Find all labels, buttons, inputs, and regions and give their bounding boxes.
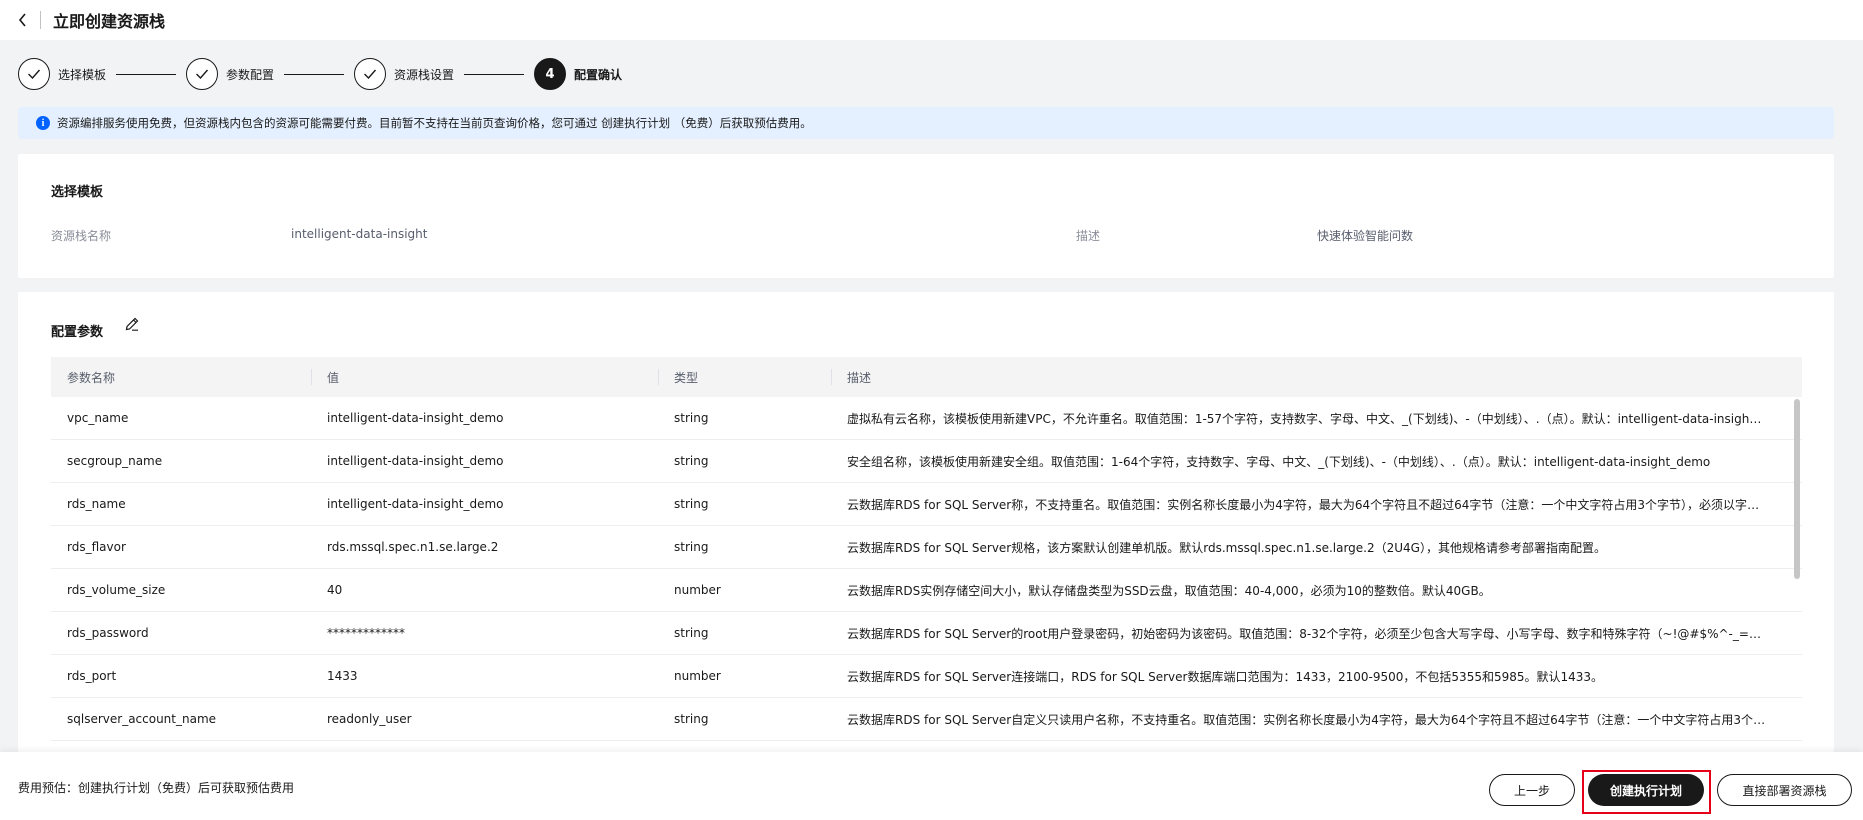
step-confirm: 4 配置确认	[534, 58, 622, 90]
table-body: vpc_name intelligent-data-insight_demo s…	[51, 397, 1802, 741]
param-description: 虚拟私有云名称，该模板使用新建VPC，不允许重名。取值范围：1-57个字符，支持…	[847, 411, 1780, 426]
param-description: 云数据库RDS for SQL Server称，不支持重名。取值范围：实例名称长…	[847, 497, 1771, 512]
column-header: 参数名称	[67, 370, 116, 385]
step-select-template: 选择模板	[18, 58, 106, 90]
param-value: *************	[327, 626, 405, 640]
column-header: 值	[311, 357, 658, 397]
info-banner: i 资源编排服务使用免费，但资源栈内包含的资源可能需要付费。目前暂不支持在当前页…	[18, 107, 1834, 139]
highlight-box	[1582, 770, 1711, 814]
table-row: rds_name intelligent-data-insight_demo s…	[51, 483, 1802, 526]
check-icon	[28, 69, 41, 80]
step-done-circle	[186, 58, 219, 90]
page-title: 立即创建资源栈	[53, 12, 166, 31]
param-name: secgroup_name	[67, 454, 163, 468]
table-row: rds_port 1433 number 云数据库RDS for SQL Ser…	[51, 655, 1802, 698]
step-stack-settings: 资源栈设置	[354, 58, 454, 90]
param-type: string	[674, 540, 709, 554]
table-scrollbar-thumb[interactable]	[1794, 399, 1800, 579]
param-value: intelligent-data-insight_demo	[327, 454, 504, 468]
param-type: string	[674, 411, 709, 425]
edit-icon[interactable]	[124, 316, 140, 335]
table-row: vpc_name intelligent-data-insight_demo s…	[51, 397, 1802, 440]
params-table: 参数名称 值 类型 描述 vpc_name intelligent-data-i…	[51, 357, 1802, 741]
param-value: readonly_user	[327, 712, 412, 726]
previous-step-button[interactable]: 上一步	[1489, 774, 1575, 806]
description-value: 快速体验智能问数	[1317, 229, 1414, 243]
step-number: 4	[534, 58, 567, 90]
description-label: 描述	[1076, 229, 1101, 243]
stepper: 选择模板 参数配置 资源栈设置 4 配置确认	[18, 58, 622, 90]
column-header: 描述	[831, 357, 1786, 397]
step-connector	[284, 73, 345, 75]
table-row: rds_password ************* string 云数据库RD…	[51, 612, 1802, 655]
info-icon: i	[36, 116, 50, 130]
template-section: 选择模板 资源栈名称 intelligent-data-insight 描述 快…	[18, 154, 1834, 278]
stack-name-label: 资源栈名称	[51, 229, 112, 243]
param-name: sqlserver_account_name	[67, 712, 217, 726]
param-name: vpc_name	[67, 411, 129, 425]
param-type: string	[674, 626, 709, 640]
param-description: 云数据库RDS for SQL Server规格，该方案默认创建单机版。默认rd…	[847, 540, 1606, 555]
section-title: 选择模板	[51, 185, 104, 200]
param-type: string	[674, 712, 709, 726]
param-name: rds_name	[67, 497, 126, 511]
step-connector	[464, 73, 525, 75]
param-value: 40	[327, 583, 343, 597]
table-row: rds_volume_size 40 number 云数据库RDS实例存储空间大…	[51, 569, 1802, 612]
check-icon	[364, 69, 377, 80]
param-description: 安全组名称，该模板使用新建安全组。取值范围：1-64个字符，支持数字、字母、中文…	[847, 454, 1711, 469]
step-connector	[116, 73, 177, 75]
param-description: 云数据库RDS for SQL Server自定义只读用户名称，不支持重名。取值…	[847, 712, 1777, 727]
param-type: string	[674, 454, 709, 468]
section-title: 配置参数	[51, 325, 104, 340]
param-description: 云数据库RDS for SQL Server的root用户登录密码，初始密码为该…	[847, 626, 1786, 641]
step-label: 配置确认	[574, 67, 623, 82]
step-label: 资源栈设置	[394, 67, 455, 82]
param-value: rds.mssql.spec.n1.se.large.2	[327, 540, 499, 554]
param-value: intelligent-data-insight_demo	[327, 411, 504, 425]
table-header: 参数名称 值 类型 描述	[51, 357, 1802, 397]
column-header: 类型	[658, 357, 831, 397]
table-row: sqlserver_account_name readonly_user str…	[51, 698, 1802, 741]
param-name: rds_flavor	[67, 540, 126, 554]
cost-estimate-text: 费用预估：创建执行计划（免费）后可获取预估费用	[18, 781, 295, 795]
back-button[interactable]	[12, 9, 34, 31]
param-type: number	[674, 583, 721, 597]
step-label: 参数配置	[226, 67, 275, 82]
param-description: 云数据库RDS for SQL Server连接端口，RDS for SQL S…	[847, 669, 1604, 684]
check-icon	[196, 69, 209, 80]
table-row: secgroup_name intelligent-data-insight_d…	[51, 440, 1802, 483]
param-name: rds_password	[67, 626, 149, 640]
footer-bar: 费用预估：创建执行计划（免费）后可获取预估费用 上一步 创建执行计划 直接部署资…	[0, 752, 1863, 820]
param-type: number	[674, 669, 721, 683]
step-parameters: 参数配置	[186, 58, 274, 90]
info-text: 资源编排服务使用免费，但资源栈内包含的资源可能需要付费。目前暂不支持在当前页查询…	[57, 116, 812, 130]
step-done-circle	[354, 58, 387, 90]
param-name: rds_port	[67, 669, 117, 683]
deploy-stack-button[interactable]: 直接部署资源栈	[1717, 774, 1852, 806]
table-row: rds_flavor rds.mssql.spec.n1.se.large.2 …	[51, 526, 1802, 569]
param-value: intelligent-data-insight_demo	[327, 497, 504, 511]
step-label: 选择模板	[58, 67, 107, 82]
param-value: 1433	[327, 669, 358, 683]
param-name: rds_volume_size	[67, 583, 166, 597]
param-description: 云数据库RDS实例存储空间大小，默认存储盘类型为SSD云盘，取值范围：40-4,…	[847, 583, 1491, 598]
header-divider	[40, 11, 41, 29]
params-section: 配置参数 参数名称 值 类型 描述 vpc_name intelligent-d…	[18, 292, 1834, 752]
param-type: string	[674, 497, 709, 511]
stack-name-value: intelligent-data-insight	[291, 227, 428, 241]
chevron-left-icon	[18, 13, 26, 27]
page-header: 立即创建资源栈	[0, 0, 1863, 40]
step-done-circle	[18, 58, 50, 90]
